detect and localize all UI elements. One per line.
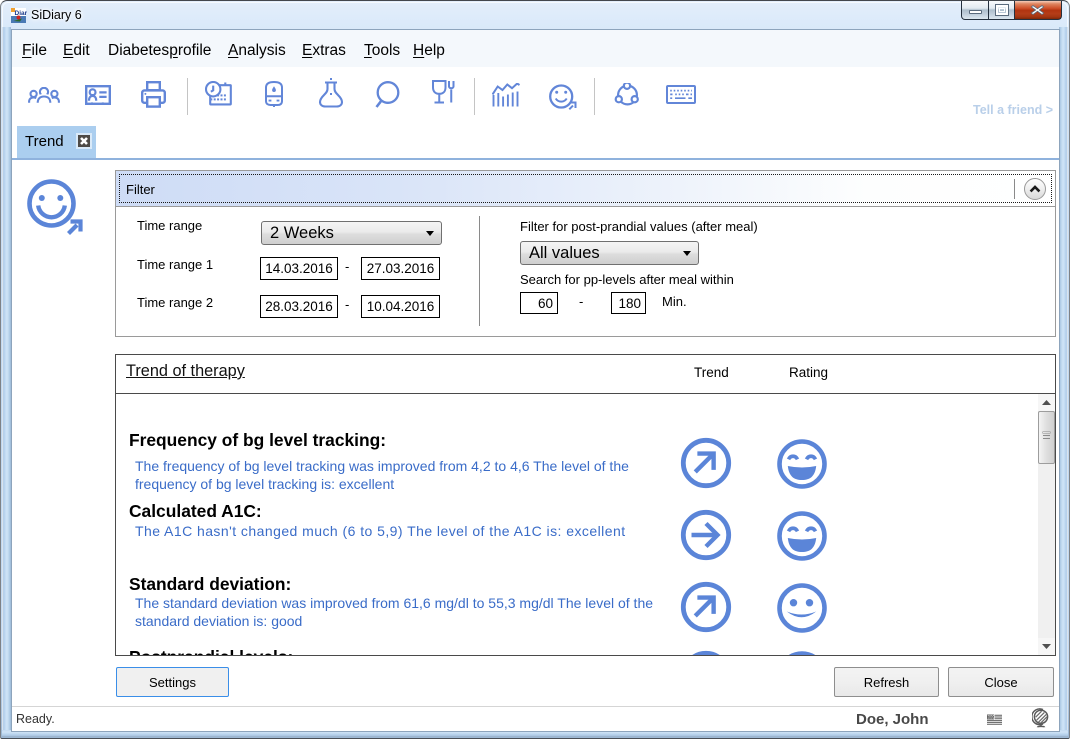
svg-text:Diary: Diary [15,10,28,17]
